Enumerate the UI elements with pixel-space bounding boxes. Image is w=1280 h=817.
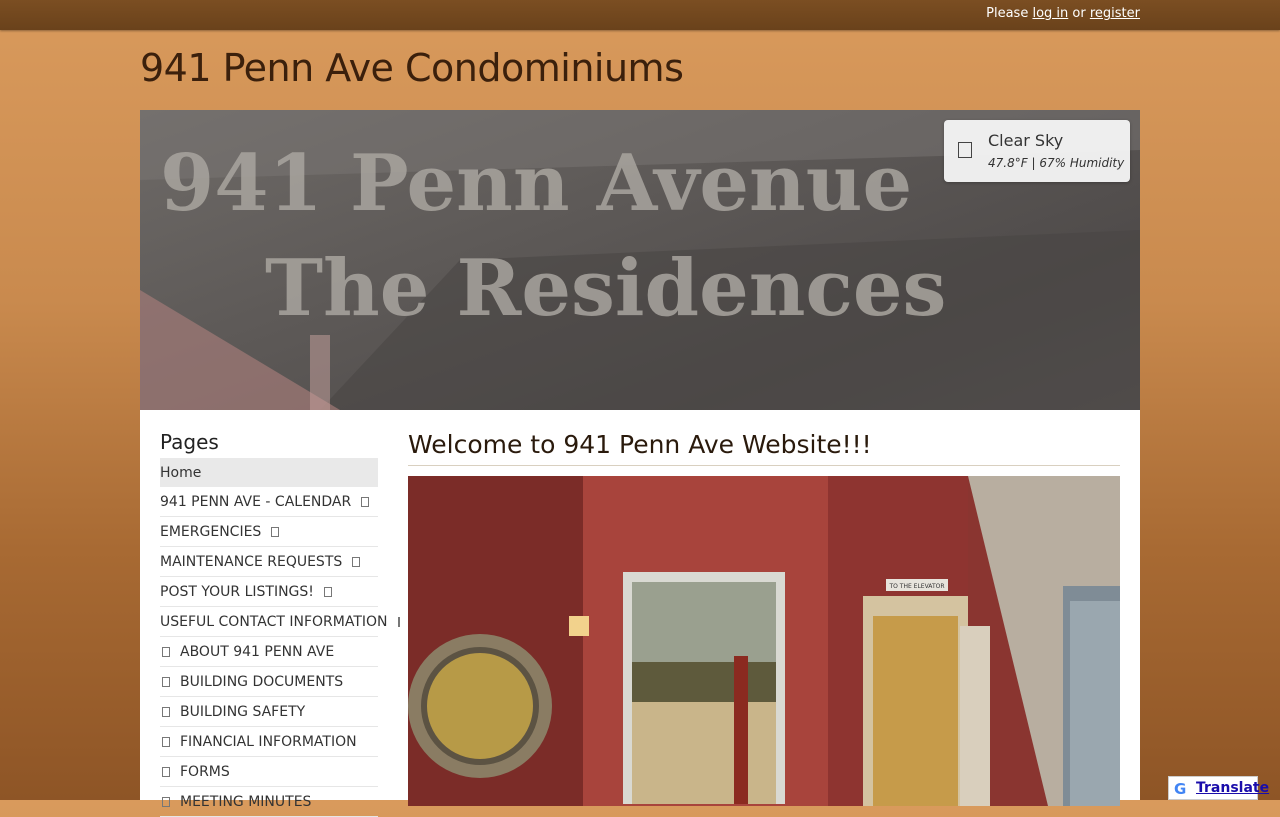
sidebar-item-label: POST YOUR LISTINGS!	[160, 583, 314, 600]
sidebar-item-maintenance[interactable]: MAINTENANCE REQUESTS	[160, 547, 378, 577]
sidebar-item-label: BUILDING DOCUMENTS	[180, 673, 344, 690]
weather-details: 47.8°F | 67% Humidity	[988, 156, 1124, 170]
sidebar-item-label: 941 PENN AVE - CALENDAR	[160, 493, 352, 510]
sidebar-item-financial[interactable]: FINANCIAL INFORMATION	[160, 727, 378, 757]
sidebar-item-home[interactable]: Home	[160, 458, 378, 487]
weather-temperature: 47.8°F	[988, 156, 1028, 170]
folder-icon	[162, 766, 170, 777]
sidebar-item-label: FORMS	[180, 763, 230, 780]
top-bar: Please log in or register	[0, 0, 1280, 30]
translate-widget[interactable]: G Translate	[1168, 776, 1269, 800]
sidebar-item-label: EMERGENCIES	[160, 523, 262, 540]
hero-text-line2: The Residences	[265, 243, 946, 334]
external-link-icon	[323, 586, 332, 597]
hero-banner: 941 Penn Avenue The Residences Clear Sky…	[140, 110, 1140, 410]
weather-icon	[958, 142, 972, 158]
folder-icon	[162, 796, 170, 807]
auth-links: Please log in or register	[986, 6, 1140, 21]
sidebar-item-calendar[interactable]: 941 PENN AVE - CALENDAR	[160, 487, 378, 517]
external-link-icon	[361, 496, 370, 507]
auth-prefix: Please	[986, 6, 1029, 21]
sidebar: Pages Home 941 PENN AVE - CALENDAR EMERG…	[160, 430, 400, 817]
folder-icon	[162, 706, 170, 717]
sidebar-item-about[interactable]: ABOUT 941 PENN AVE	[160, 637, 378, 667]
sidebar-item-listings[interactable]: POST YOUR LISTINGS!	[160, 577, 378, 607]
sidebar-item-emergencies[interactable]: EMERGENCIES	[160, 517, 378, 547]
sidebar-item-label: MAINTENANCE REQUESTS	[160, 553, 343, 570]
main-content: Welcome to 941 Penn Ave Website!!! TO TH…	[408, 430, 1120, 806]
sidebar-item-forms[interactable]: FORMS	[160, 757, 378, 787]
weather-widget: Clear Sky 47.8°F | 67% Humidity	[944, 120, 1130, 182]
sidebar-item-label: USEFUL CONTACT INFORMATION	[160, 613, 388, 630]
sidebar-item-building-documents[interactable]: BUILDING DOCUMENTS	[160, 667, 378, 697]
google-logo-icon: G	[1174, 780, 1187, 798]
sidebar-item-building-safety[interactable]: BUILDING SAFETY	[160, 697, 378, 727]
weather-condition: Clear Sky	[988, 131, 1064, 150]
page-title: Welcome to 941 Penn Ave Website!!!	[408, 430, 1120, 466]
sidebar-item-label: Home	[160, 464, 202, 481]
lobby-photo: TO THE ELEVATOR	[408, 476, 1120, 806]
login-link[interactable]: log in	[1032, 6, 1068, 21]
weather-humidity: 67% Humidity	[1039, 156, 1125, 170]
sidebar-item-label: BUILDING SAFETY	[180, 703, 306, 720]
external-link-icon	[397, 616, 400, 627]
sidebar-item-contacts[interactable]: USEFUL CONTACT INFORMATION	[160, 607, 400, 637]
sidebar-item-meeting-minutes[interactable]: MEETING MINUTES	[160, 787, 378, 817]
sidebar-item-label: ABOUT 941 PENN AVE	[180, 643, 335, 660]
register-link[interactable]: register	[1090, 6, 1140, 21]
site-title[interactable]: 941 Penn Ave Condominiums	[140, 46, 684, 90]
elevator-sign: TO THE ELEVATOR	[888, 583, 944, 590]
external-link-icon	[352, 556, 361, 567]
translate-link[interactable]: Translate	[1196, 780, 1269, 796]
hero-text-line1: 941 Penn Avenue	[160, 138, 912, 229]
external-link-icon	[271, 526, 280, 537]
content-area: Pages Home 941 PENN AVE - CALENDAR EMERG…	[140, 410, 1140, 817]
sidebar-heading: Pages	[160, 430, 219, 454]
sidebar-item-label: FINANCIAL INFORMATION	[180, 733, 357, 750]
weather-separator: |	[1031, 156, 1036, 170]
folder-icon	[162, 646, 170, 657]
folder-icon	[162, 736, 170, 747]
folder-icon	[162, 676, 170, 687]
auth-or: or	[1072, 6, 1086, 21]
sidebar-item-label: MEETING MINUTES	[180, 793, 312, 810]
